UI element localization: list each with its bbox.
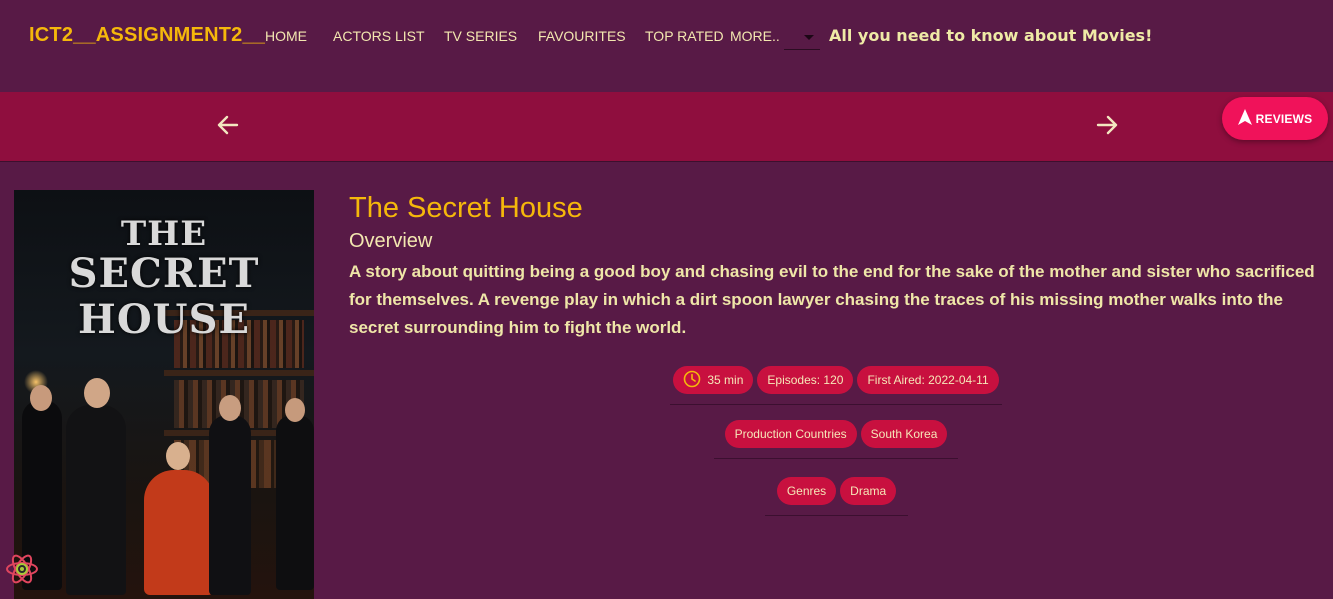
tagline: All you need to know about Movies!: [829, 26, 1153, 45]
overview-heading: Overview: [349, 230, 433, 252]
poster-title-line: SECRET: [68, 250, 260, 297]
poster-image: THE SECRET HOUSE: [14, 190, 314, 599]
top-navbar: ICT2__ASSIGNMENT2__ HOME ACTORS LIST TV …: [0, 0, 1333, 92]
poster-title-line: THE: [120, 214, 208, 254]
production-countries-chip[interactable]: Production Countries: [724, 420, 857, 448]
overview-text: A story about quitting being a good boy …: [349, 262, 1315, 337]
nav-top-rated[interactable]: TOP RATED: [645, 28, 724, 44]
nav-home[interactable]: HOME: [265, 28, 307, 44]
chevron-down-icon: [804, 35, 814, 40]
clock-icon: [683, 370, 701, 391]
reviews-button[interactable]: REVIEWS: [1222, 97, 1328, 140]
arrow-left-icon[interactable]: [215, 112, 241, 138]
first-aired-chip[interactable]: First Aired: 2022-04-11: [857, 366, 999, 394]
poster-title-line: HOUSE: [78, 296, 250, 343]
runtime-label: 35 min: [707, 373, 744, 387]
info-chip-row: 35 min Episodes: 120 First Aired: 2022-0…: [670, 366, 1002, 405]
nav-more[interactable]: MORE..: [730, 28, 780, 44]
genres-chip-row: Genres Drama: [765, 477, 908, 516]
nav-actors-list[interactable]: ACTORS LIST: [333, 28, 425, 44]
brand-title[interactable]: ICT2__ASSIGNMENT2__: [29, 24, 265, 47]
arrow-right-icon[interactable]: [1094, 112, 1120, 138]
episodes-chip[interactable]: Episodes: 120: [757, 366, 854, 394]
country-chip[interactable]: South Korea: [860, 420, 948, 448]
production-chip-row: Production Countries South Korea: [714, 420, 958, 459]
runtime-chip[interactable]: 35 min: [673, 366, 754, 394]
react-logo-icon[interactable]: [4, 551, 40, 587]
reviews-label: REVIEWS: [1255, 111, 1313, 126]
nav-favourites[interactable]: FAVOURITES: [538, 28, 626, 44]
nav-tv-series[interactable]: TV SERIES: [444, 28, 517, 44]
more-dropdown[interactable]: [784, 24, 820, 50]
navigation-icon: [1237, 109, 1252, 128]
genre-chip[interactable]: Drama: [840, 477, 897, 505]
carousel-bar: [0, 92, 1333, 162]
genres-chip[interactable]: Genres: [776, 477, 837, 505]
show-title: The Secret House: [349, 192, 583, 224]
